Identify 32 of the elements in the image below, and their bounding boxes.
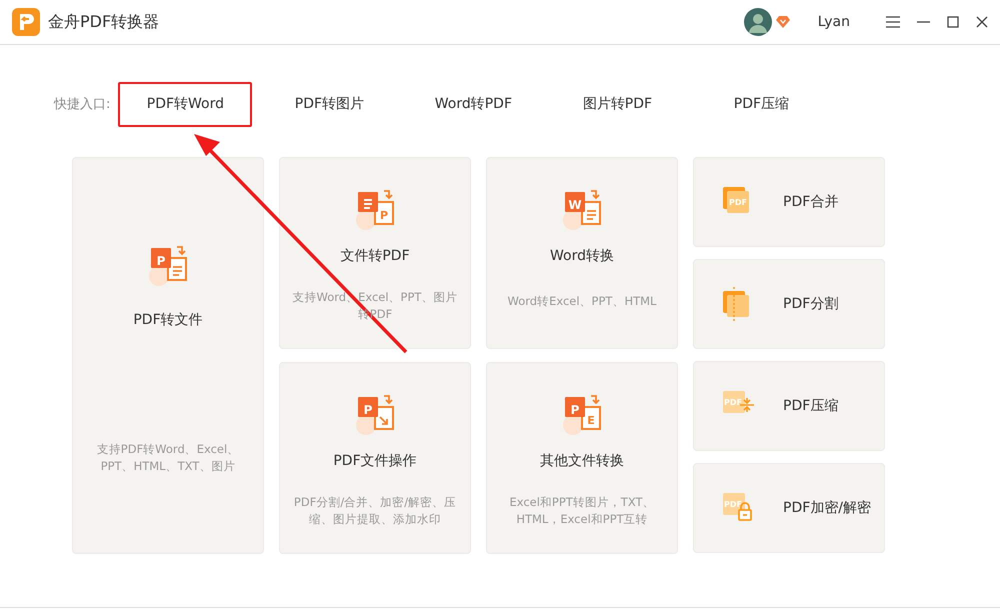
feature-card[interactable]: W Word转换 Word转Excel、PPT、HTML <box>486 157 678 349</box>
feature-card[interactable]: E P 其他文件转换 Excel和PPT转图片，TXT、HTML，Excel和PPT互转 <box>486 362 678 554</box>
card-title: 其他文件转换 <box>540 452 624 471</box>
card-title: PDF压缩 <box>783 396 838 416</box>
tool-card[interactable]: PDF分割 <box>693 259 885 349</box>
tool-card[interactable]: PDF PDF合并 <box>693 157 885 247</box>
quick-link[interactable]: 图片转PDF <box>550 82 684 127</box>
card-title: PDF分割 <box>783 294 838 314</box>
card-title: 文件转PDF <box>340 247 410 266</box>
card-description: PDF分割/合并、加密/解密、压缩、图片提取、添加水印 <box>292 494 458 528</box>
quick-link[interactable]: PDF转Word <box>118 82 252 127</box>
card-title: Word转换 <box>550 247 614 266</box>
user-name[interactable]: Lyan <box>818 12 850 32</box>
card-description: Excel和PPT转图片，TXT、HTML，Excel和PPT互转 <box>508 494 656 528</box>
quick-entry-label: 快捷入口: <box>54 96 110 114</box>
card-title: PDF加密/解密 <box>783 498 871 518</box>
card-title: PDF文件操作 <box>333 452 417 471</box>
vip-icon[interactable] <box>776 15 790 29</box>
tool-card[interactable]: PDF PDF压缩 <box>693 361 885 451</box>
card-title: PDF转文件 <box>133 311 203 330</box>
avatar[interactable] <box>744 8 772 36</box>
feature-card[interactable]: P PDF文件操作 PDF分割/合并、加密/解密、压缩、图片提取、添加水印 <box>279 362 471 554</box>
card-description: 支持PDF转Word、Excel、PPT、HTML、TXT、图片 <box>96 441 240 475</box>
app-logo <box>12 8 40 36</box>
tool-card[interactable]: PDF PDF加密/解密 <box>693 463 885 553</box>
quick-link[interactable]: Word转PDF <box>406 82 540 127</box>
card-title: PDF合并 <box>783 192 838 212</box>
window-title: 金舟PDF转换器 <box>48 11 160 33</box>
card-description: Word转Excel、PPT、HTML <box>506 293 658 310</box>
feature-card[interactable]: P PDF转文件 支持PDF转Word、Excel、PPT、HTML、TXT、图片 <box>72 157 264 554</box>
quick-link[interactable]: PDF转图片 <box>262 82 396 127</box>
quick-link[interactable]: PDF压缩 <box>694 82 828 127</box>
